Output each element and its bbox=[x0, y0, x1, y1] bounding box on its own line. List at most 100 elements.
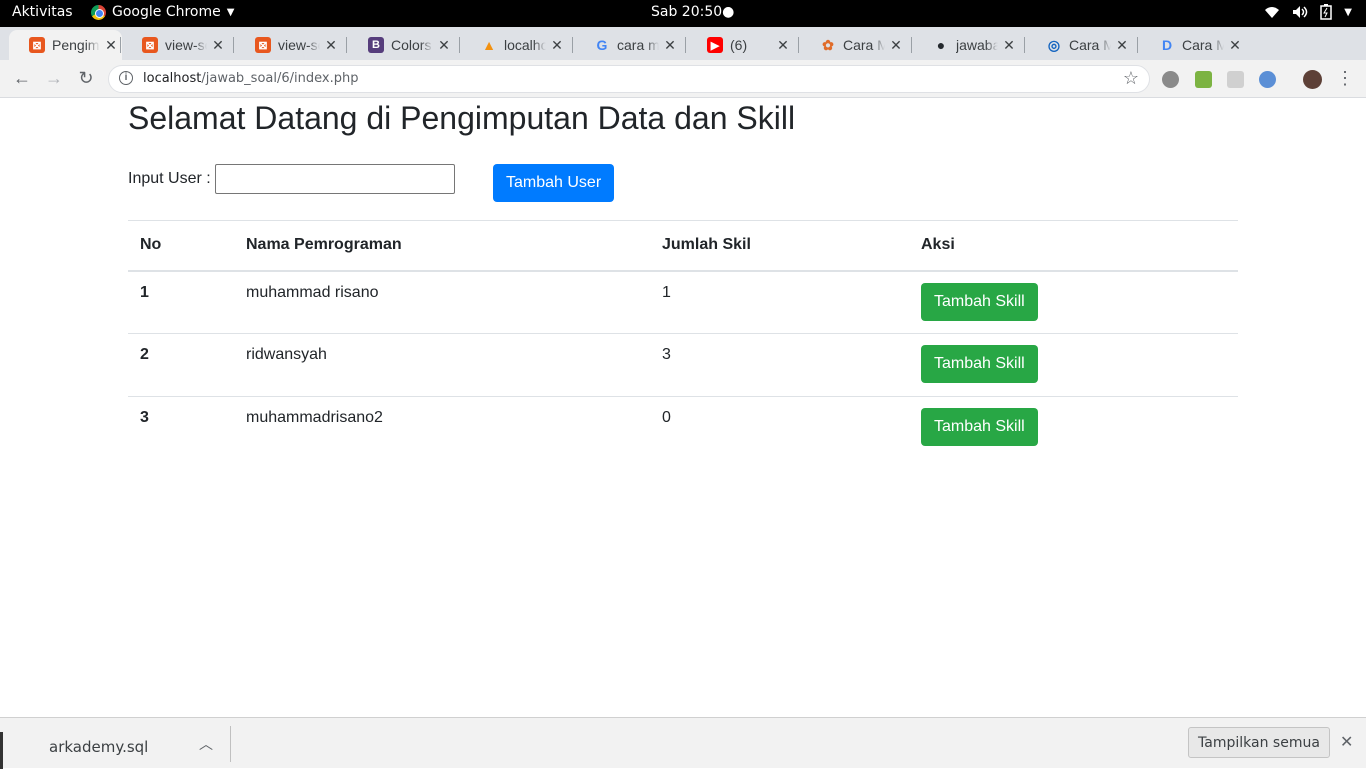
tab-title: view-source bbox=[278, 37, 320, 53]
row-no: 3 bbox=[128, 396, 234, 460]
tab-10[interactable]: ◎ Cara Mudah✕ bbox=[1026, 30, 1133, 60]
tab-6[interactable]: Gcara membuat✕ bbox=[574, 30, 681, 60]
row-name: muhammad risano bbox=[234, 270, 650, 334]
menu-kebab-icon[interactable]: ⋮ bbox=[1333, 66, 1357, 90]
tab-separator bbox=[572, 37, 573, 53]
tab-close-icon[interactable]: ✕ bbox=[433, 37, 455, 54]
row-name: muhammadrisano2 bbox=[234, 396, 650, 460]
tab-separator bbox=[798, 37, 799, 53]
extension-grid-icon[interactable] bbox=[1227, 71, 1244, 88]
profile-avatar[interactable] bbox=[1303, 70, 1322, 89]
tab-close-icon[interactable]: ✕ bbox=[659, 37, 681, 54]
add-skill-button[interactable]: Tambah Skill bbox=[921, 282, 1038, 321]
google-icon: G bbox=[596, 37, 608, 53]
row-count: 0 bbox=[650, 396, 909, 460]
info-icon[interactable]: i bbox=[119, 71, 133, 85]
clock[interactable]: Sab 20:50● bbox=[651, 4, 734, 20]
show-all-button[interactable]: Tampilkan semua bbox=[1188, 727, 1330, 758]
bookmark-star-icon[interactable]: ☆ bbox=[1123, 68, 1139, 89]
tab-separator bbox=[233, 37, 234, 53]
header-name: Nama Pemrograman bbox=[234, 220, 650, 272]
row-no: 1 bbox=[128, 270, 234, 334]
tab-title: Cara Mudah bbox=[1069, 37, 1111, 53]
docs-d-icon: D bbox=[1161, 37, 1173, 53]
bootstrap-icon: B bbox=[368, 37, 384, 53]
header-no: No bbox=[128, 220, 234, 272]
tab-title: jawaban bbox=[956, 37, 998, 53]
tab-title: Colors bbox=[391, 37, 432, 53]
tab-close-icon[interactable]: ✕ bbox=[998, 37, 1020, 54]
data-table: No Nama Pemrograman Jumlah Skil Aksi 1 m… bbox=[128, 220, 1238, 460]
table-row: 1 muhammad risano 1 Tambah Skill bbox=[128, 270, 1238, 334]
tab-5[interactable]: ▲ localhost✕ bbox=[461, 30, 568, 60]
tab-title: cara membuat bbox=[617, 37, 659, 53]
download-progress-edge bbox=[0, 732, 3, 769]
add-skill-button[interactable]: Tambah Skill bbox=[921, 345, 1038, 383]
tab-title: Cara Membuat bbox=[1182, 37, 1224, 53]
url-text[interactable]: localhost/jawab_soal/6/index.php bbox=[143, 71, 358, 86]
tab-title: Cara Membuat bbox=[843, 37, 885, 53]
add-skill-button[interactable]: Tambah Skill bbox=[921, 408, 1038, 446]
address-bar[interactable]: i localhost/jawab_soal/6/index.php ☆ bbox=[108, 65, 1150, 93]
tab-7[interactable]: ▶ (6) ✕ bbox=[687, 30, 794, 60]
download-item[interactable]: arkademy.sql bbox=[49, 738, 148, 756]
tab-close-icon[interactable]: ✕ bbox=[207, 37, 229, 54]
user-input-row: Input User : bbox=[128, 164, 455, 194]
chevron-up-icon[interactable]: ︿ bbox=[199, 734, 213, 754]
table-row: 2 ridwansyah 3 Tambah Skill bbox=[128, 333, 1238, 397]
tab-4[interactable]: B Colors ✕ bbox=[348, 30, 455, 60]
tab-9[interactable]: ● jawaban✕ bbox=[913, 30, 1020, 60]
tab-title: view-source bbox=[165, 37, 207, 53]
tab-separator bbox=[459, 37, 460, 53]
tab-separator bbox=[1024, 37, 1025, 53]
tab-close-icon[interactable]: ✕ bbox=[320, 37, 342, 54]
system-top-bar: Aktivitas Google Chrome ▼ Sab 20:50● ▼ bbox=[0, 0, 1366, 27]
tab-close-icon[interactable]: ✕ bbox=[1111, 37, 1133, 54]
tab-separator bbox=[685, 37, 686, 53]
url-host: localhost bbox=[143, 71, 202, 86]
extension-download-icon[interactable] bbox=[1195, 71, 1212, 88]
xampp-icon: ⊠ bbox=[142, 37, 158, 53]
row-no: 2 bbox=[128, 333, 234, 397]
tab-8[interactable]: ✿ Cara Membuat✕ bbox=[800, 30, 907, 60]
tab-strip: ⊠Pengimputan Data dan Skill✕ ⊠ view-source… bbox=[0, 27, 1366, 82]
blue-circle-icon: ◎ bbox=[1047, 36, 1061, 53]
close-icon[interactable]: ✕ bbox=[1340, 732, 1353, 752]
tab-11[interactable]: D Cara Membuat✕ bbox=[1139, 30, 1246, 60]
input-user-label: Input User : bbox=[128, 170, 211, 187]
page-content: Selamat Datang di Pengimputan Data dan S… bbox=[0, 99, 1366, 717]
extension-gear-icon[interactable] bbox=[1162, 71, 1179, 88]
row-count: 1 bbox=[650, 270, 909, 334]
table-row: 3 muhammadrisano2 0 Tambah Skill bbox=[128, 396, 1238, 460]
system-menu-caret-icon: ▼ bbox=[1344, 6, 1352, 18]
xampp-icon: ⊠ bbox=[255, 37, 271, 53]
tab-close-icon[interactable]: ✕ bbox=[885, 37, 907, 54]
add-user-button[interactable]: Tambah User bbox=[493, 164, 615, 202]
download-bar: arkademy.sql ︿ Tampilkan semua ✕ bbox=[0, 717, 1366, 769]
extension-blue-icon[interactable] bbox=[1259, 71, 1276, 88]
reload-icon[interactable]: ↻ bbox=[74, 66, 98, 90]
app-menu-label: Google Chrome bbox=[112, 4, 221, 20]
tab-separator bbox=[911, 37, 912, 53]
youtube-icon: ▶ bbox=[707, 37, 723, 53]
row-action-cell: Tambah Skill bbox=[909, 396, 1238, 460]
row-action-cell: Tambah Skill bbox=[909, 270, 1238, 334]
browser-toolbar: ← → ↻ i localhost/jawab_soal/6/index.php… bbox=[0, 60, 1366, 98]
tab-3[interactable]: ⊠ view-source✕ bbox=[235, 30, 342, 60]
tab-close-icon[interactable]: ✕ bbox=[1224, 37, 1246, 54]
app-menu[interactable]: Google Chrome ▼ bbox=[91, 4, 234, 20]
tab-close-icon[interactable]: ✕ bbox=[100, 37, 122, 54]
status-area[interactable]: ▼ bbox=[1264, 4, 1352, 20]
tab-1[interactable]: ⊠ Pengimputan Data dan Skill✕ bbox=[9, 30, 122, 60]
row-count: 3 bbox=[650, 333, 909, 397]
tab-close-icon[interactable]: ✕ bbox=[772, 37, 794, 54]
activities-button[interactable]: Aktivitas bbox=[12, 4, 73, 20]
tab-title: (6) bbox=[730, 37, 748, 53]
tab-2[interactable]: ⊠ view-source✕ bbox=[122, 30, 229, 60]
forward-arrow-icon[interactable]: → bbox=[42, 66, 66, 90]
tab-separator bbox=[346, 37, 347, 53]
tab-separator bbox=[1137, 37, 1138, 53]
user-input[interactable] bbox=[214, 164, 455, 194]
tab-close-icon[interactable]: ✕ bbox=[546, 37, 568, 54]
back-arrow-icon[interactable]: ← bbox=[10, 66, 34, 90]
